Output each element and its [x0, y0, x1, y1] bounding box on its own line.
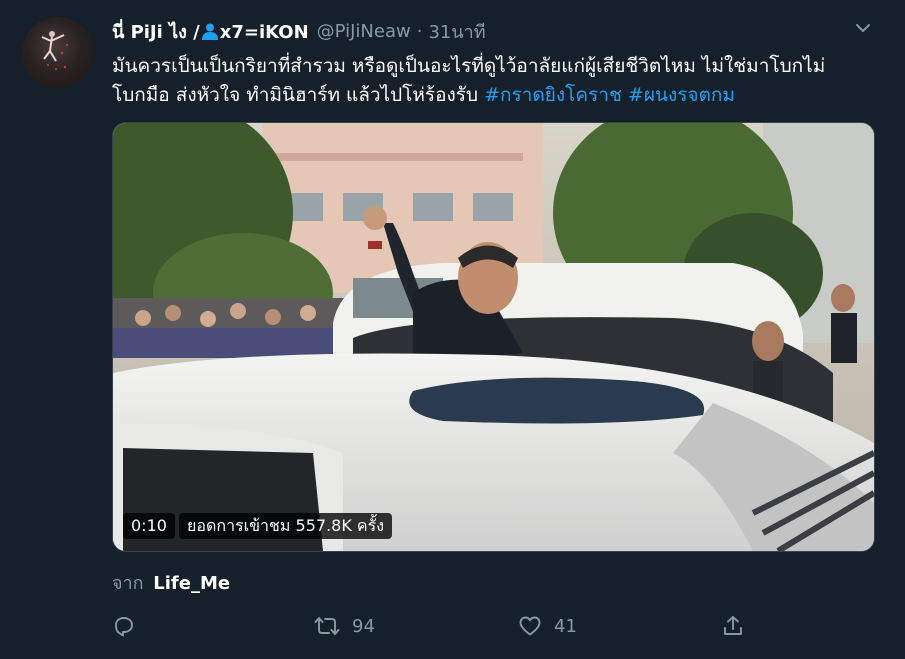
author-name[interactable]: นี่ PiJi ไง / x7=iKON	[112, 17, 309, 46]
person-icon	[201, 23, 219, 43]
source-name-link[interactable]: Life_Me	[153, 573, 230, 594]
tweet-header: นี่ PiJi ไง / x7=iKON @PiJiNeaw · 31นาที	[112, 17, 486, 45]
source-attribution: จาก Life_Me	[112, 568, 230, 597]
reply-button[interactable]	[112, 610, 136, 642]
reply-icon	[115, 617, 133, 637]
video-frame	[113, 123, 874, 551]
timestamp[interactable]: 31นาที	[428, 17, 485, 46]
more-options-button[interactable]	[849, 14, 877, 42]
avatar[interactable]	[22, 17, 94, 89]
hashtag-link[interactable]: #กราดยิงโคราช	[484, 84, 622, 106]
hashtag-link[interactable]: #ผนงรจตกม	[628, 84, 735, 106]
author-handle[interactable]: @PiJiNeaw	[317, 21, 411, 42]
avatar-figure	[41, 31, 68, 70]
chevron-down-icon	[856, 24, 870, 32]
tweet-text: มันควรเป็นเป็นกริยาที่สำรวม หรือดูเป็นอะ…	[112, 52, 882, 110]
retweet-count: 94	[352, 615, 375, 637]
tweet-actions: 94 41	[112, 610, 752, 642]
tweet[interactable]: นี่ PiJi ไง / x7=iKON @PiJiNeaw · 31นาที …	[0, 0, 905, 659]
video-duration-badge: 0:10	[123, 513, 175, 539]
share-icon	[724, 616, 742, 635]
author-name-text: นี่ PiJi ไง /	[112, 21, 200, 43]
video-views-badge: ยอดการเข้าชม 557.8K ครั้ง	[179, 513, 393, 539]
share-button[interactable]	[721, 610, 745, 642]
heart-icon	[519, 616, 541, 636]
like-button[interactable]: 41	[518, 610, 577, 642]
author-name-suffix: x7=iKON	[219, 21, 309, 43]
source-prefix: จาก	[112, 573, 144, 594]
separator-dot: ·	[416, 20, 423, 42]
retweet-button[interactable]: 94	[314, 610, 375, 642]
retweet-icon	[314, 617, 340, 635]
like-count: 41	[554, 615, 577, 637]
video-player[interactable]: 0:10 ยอดการเข้าชม 557.8K ครั้ง	[112, 122, 875, 552]
